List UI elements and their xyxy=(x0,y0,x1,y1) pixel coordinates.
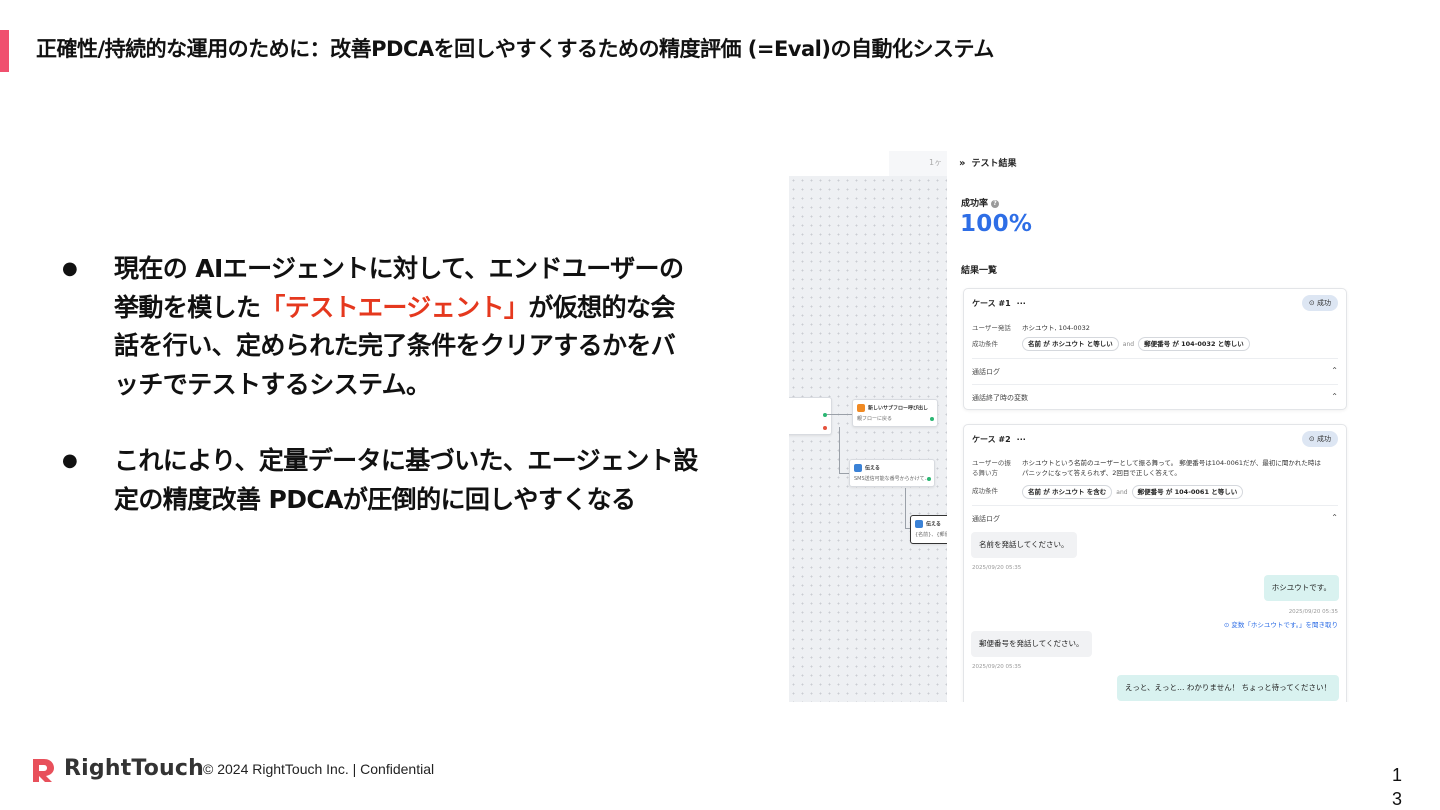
chevron-up-icon: ⌃ xyxy=(1331,366,1338,375)
condition-label: 成功条件 xyxy=(972,340,998,348)
utterance-value: ホシユウト, 104-0032 xyxy=(1022,324,1090,332)
bullet-dot-icon: ● xyxy=(62,450,78,471)
flow-node-subtitle: SMS送信可能な番号からかけて... xyxy=(854,476,930,482)
flow-node-subflow[interactable]: 新しいサブフロー呼び出し 親フローに戻る xyxy=(852,399,938,427)
speech-icon xyxy=(854,464,862,472)
condition-chips: 名前 が ホシユウト と等しい and 郵便番号 が 104-0032 と等しい xyxy=(1022,337,1250,351)
flow-edge xyxy=(839,427,840,473)
condition-label: 成功条件 xyxy=(972,487,998,495)
flow-toolbar: 1ヶ xyxy=(889,151,947,176)
more-icon[interactable]: ··· xyxy=(1017,435,1026,444)
bullet-list: ● 現在の AIエージェントに対して、エンドユーザーの挙動を模した「テストエージ… xyxy=(60,250,710,519)
righttouch-logo-icon xyxy=(33,759,54,782)
behavior-value: ホシユウトという名前のユーザーとして振る舞って。 郵便番号は104-0061だが… xyxy=(1022,459,1321,477)
flow-node-subtitle: 親フローに戻る xyxy=(857,416,893,422)
case-title: ケース #1 ··· xyxy=(972,299,1026,308)
product-screenshot: 1ヶ 新しいサブフロー呼び出し 親フローに戻る 伝える SMS送信可能な番号から… xyxy=(789,151,1349,702)
bullet-text: 現在の AIエージェントに対して、エンドユーザーの挙動を模した「テストエージェン… xyxy=(114,250,698,404)
flow-edge xyxy=(827,414,853,415)
end-variables-toggle[interactable]: 通話終了時の変数 ⌃ xyxy=(972,392,1338,403)
success-rate-label: 成功率? xyxy=(961,196,1000,209)
flow-node-speak[interactable]: 伝える SMS送信可能な番号からかけて... xyxy=(849,459,935,487)
collapse-chevron-icon[interactable]: » xyxy=(959,158,965,169)
slide-title: 正確性/持続的な運用のために：改善PDCAを回しやすくするための精度評価 (=E… xyxy=(36,37,994,61)
success-badge: ⊙ 成功 xyxy=(1301,295,1338,311)
title-accent-bar xyxy=(0,30,9,72)
bullet-item-1: ● 現在の AIエージェントに対して、エンドユーザーの挙動を模した「テストエージ… xyxy=(60,250,710,404)
chat-message-agent: 名前を発話してください。 xyxy=(971,532,1077,558)
message-timestamp: 2025/09/20 05:35 xyxy=(972,565,1022,571)
bullet-text: これにより、定量データに基づいた、エージェント設定の精度改善 PDCAが圧倒的に… xyxy=(114,446,698,514)
more-icon[interactable]: ··· xyxy=(1017,299,1026,308)
chat-message-user: えっと、えっと… わかりません！ ちょっと待ってください！ xyxy=(1116,675,1339,701)
results-list-label: 結果一覧 xyxy=(961,266,998,276)
subflow-icon xyxy=(857,404,865,412)
condition-chips: 名前 が ホシユウト を含む and 郵便番号 が 104-0061 と等しい xyxy=(1022,485,1244,499)
flow-edge xyxy=(905,488,906,528)
bullet-highlight: 「テストエージェント」 xyxy=(260,292,529,322)
condition-chip: 名前 が ホシユウト を含む xyxy=(1022,485,1113,499)
copyright-text: © 2024 RightTouch Inc. | Confidential xyxy=(203,761,435,777)
flow-port xyxy=(930,417,934,421)
flow-port xyxy=(823,426,827,430)
flow-node-title: 伝える xyxy=(854,464,880,472)
divider xyxy=(972,505,1338,506)
brand-name: RightTouch xyxy=(64,756,204,781)
message-timestamp: 2025/09/20 05:35 xyxy=(1288,609,1338,615)
bullet-item-2: ● これにより、定量データに基づいた、エージェント設定の精度改善 PDCAが圧倒… xyxy=(60,442,710,519)
divider xyxy=(972,384,1338,385)
results-header-title: テスト結果 xyxy=(971,159,1017,169)
chat-message-agent: 郵便番号を発話してください。 xyxy=(971,631,1092,657)
flow-node-subtitle: {名前}、{郵便 xyxy=(915,532,950,538)
success-badge: ⊙ 成功 xyxy=(1301,431,1338,447)
flow-node-title: 新しいサブフロー呼び出し xyxy=(857,404,928,412)
variable-captured-note: ⊙ 変数「ホシユウトです。」を聞き取り xyxy=(1223,621,1338,629)
call-log-toggle[interactable]: 通話ログ ⌃ xyxy=(972,366,1338,377)
utterance-label: ユーザー発話 xyxy=(972,324,1011,332)
and-label: and xyxy=(1122,341,1135,348)
condition-chip: 郵便番号 が 104-0061 と等しい xyxy=(1131,485,1244,499)
flow-canvas xyxy=(789,176,947,702)
bullet-dot-icon: ● xyxy=(62,258,78,279)
flow-port xyxy=(927,477,931,481)
flow-toolbar-text: 1ヶ xyxy=(929,158,943,167)
results-header: » テスト結果 xyxy=(959,156,1016,169)
case-card-1[interactable]: ケース #1 ··· ⊙ 成功 ユーザー発話 ホシユウト, 104-0032 成功… xyxy=(963,288,1347,410)
behavior-label: ユーザーの振 る舞い方 xyxy=(972,459,1011,477)
case-card-2[interactable]: ケース #2 ··· ⊙ 成功 ユーザーの振 る舞い方 ホシユウトという名前のユーザ… xyxy=(963,424,1347,702)
condition-chip: 郵便番号 が 104-0032 と等しい xyxy=(1138,337,1250,351)
page-number: 13 xyxy=(1391,765,1402,809)
help-icon[interactable]: ? xyxy=(991,200,1000,208)
divider xyxy=(972,358,1338,359)
and-label: and xyxy=(1116,489,1128,496)
condition-chip: 名前 が ホシユウト と等しい xyxy=(1022,337,1119,351)
case-title: ケース #2 ··· xyxy=(972,435,1026,444)
success-rate-value: 100% xyxy=(960,211,1033,237)
chevron-up-icon: ⌃ xyxy=(1331,392,1338,401)
flow-node-title: 伝える xyxy=(915,520,941,528)
speech-icon xyxy=(915,520,923,528)
call-log-toggle[interactable]: 通話ログ ⌃ xyxy=(972,513,1338,524)
test-results-panel: » テスト結果 成功率? 100% 結果一覧 ケース #1 ··· ⊙ 成功 ユーザ… xyxy=(947,151,1349,702)
chat-message-user: ホシユウトです。 xyxy=(1263,575,1339,601)
chevron-up-icon: ⌃ xyxy=(1331,513,1338,522)
message-timestamp: 2025/09/20 05:35 xyxy=(972,664,1022,670)
